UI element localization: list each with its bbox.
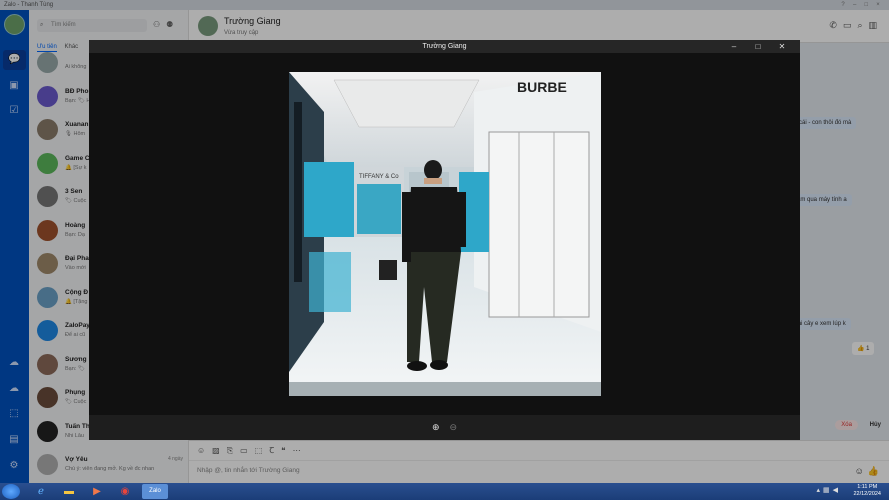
zoom-out-icon[interactable]: ⊖ <box>449 415 457 440</box>
clock-time: 1:11 PM <box>857 484 878 490</box>
clock-date: 22/12/2024 <box>853 491 881 497</box>
zoom-in-icon[interactable]: ⊕ <box>432 415 440 440</box>
maximize-icon[interactable]: □ <box>746 40 770 53</box>
zalo-taskbar-icon[interactable]: Zalo <box>142 484 168 499</box>
os-taskbar: ℯ ▬ ▶ ◉ Zalo ▴▦◀ 1:11 PM 22/12/2024 <box>0 483 889 500</box>
viewer-title: Trường Giang <box>89 40 800 53</box>
minimize-icon[interactable]: – <box>722 40 746 53</box>
file-explorer-icon[interactable]: ▬ <box>58 484 80 499</box>
chrome-icon[interactable]: ◉ <box>114 484 136 499</box>
image-viewer-window: Trường Giang – □ ✕ TIFFANY & Co BURBE ⊕ … <box>89 40 800 440</box>
close-icon[interactable]: ✕ <box>770 40 794 53</box>
store-sign-tiffany: TIFFANY & Co <box>359 174 399 180</box>
start-button[interactable] <box>2 484 20 499</box>
volume-icon[interactable]: ◀ <box>833 487 841 494</box>
media-player-icon[interactable]: ▶ <box>86 484 108 499</box>
mall-photo: TIFFANY & Co BURBE <box>289 72 601 396</box>
viewer-window-controls: – □ ✕ <box>722 40 794 53</box>
viewer-toolbar: ⊕ ⊖ <box>89 415 800 440</box>
system-clock[interactable]: 1:11 PM 22/12/2024 <box>853 484 881 498</box>
system-tray: ▴▦◀ <box>816 486 841 494</box>
network-icon[interactable]: ▦ <box>823 487 833 494</box>
photo-image[interactable]: TIFFANY & Co BURBE <box>289 72 601 396</box>
store-sign-burberry: BURBE <box>517 79 567 95</box>
ie-icon[interactable]: ℯ <box>30 484 52 499</box>
